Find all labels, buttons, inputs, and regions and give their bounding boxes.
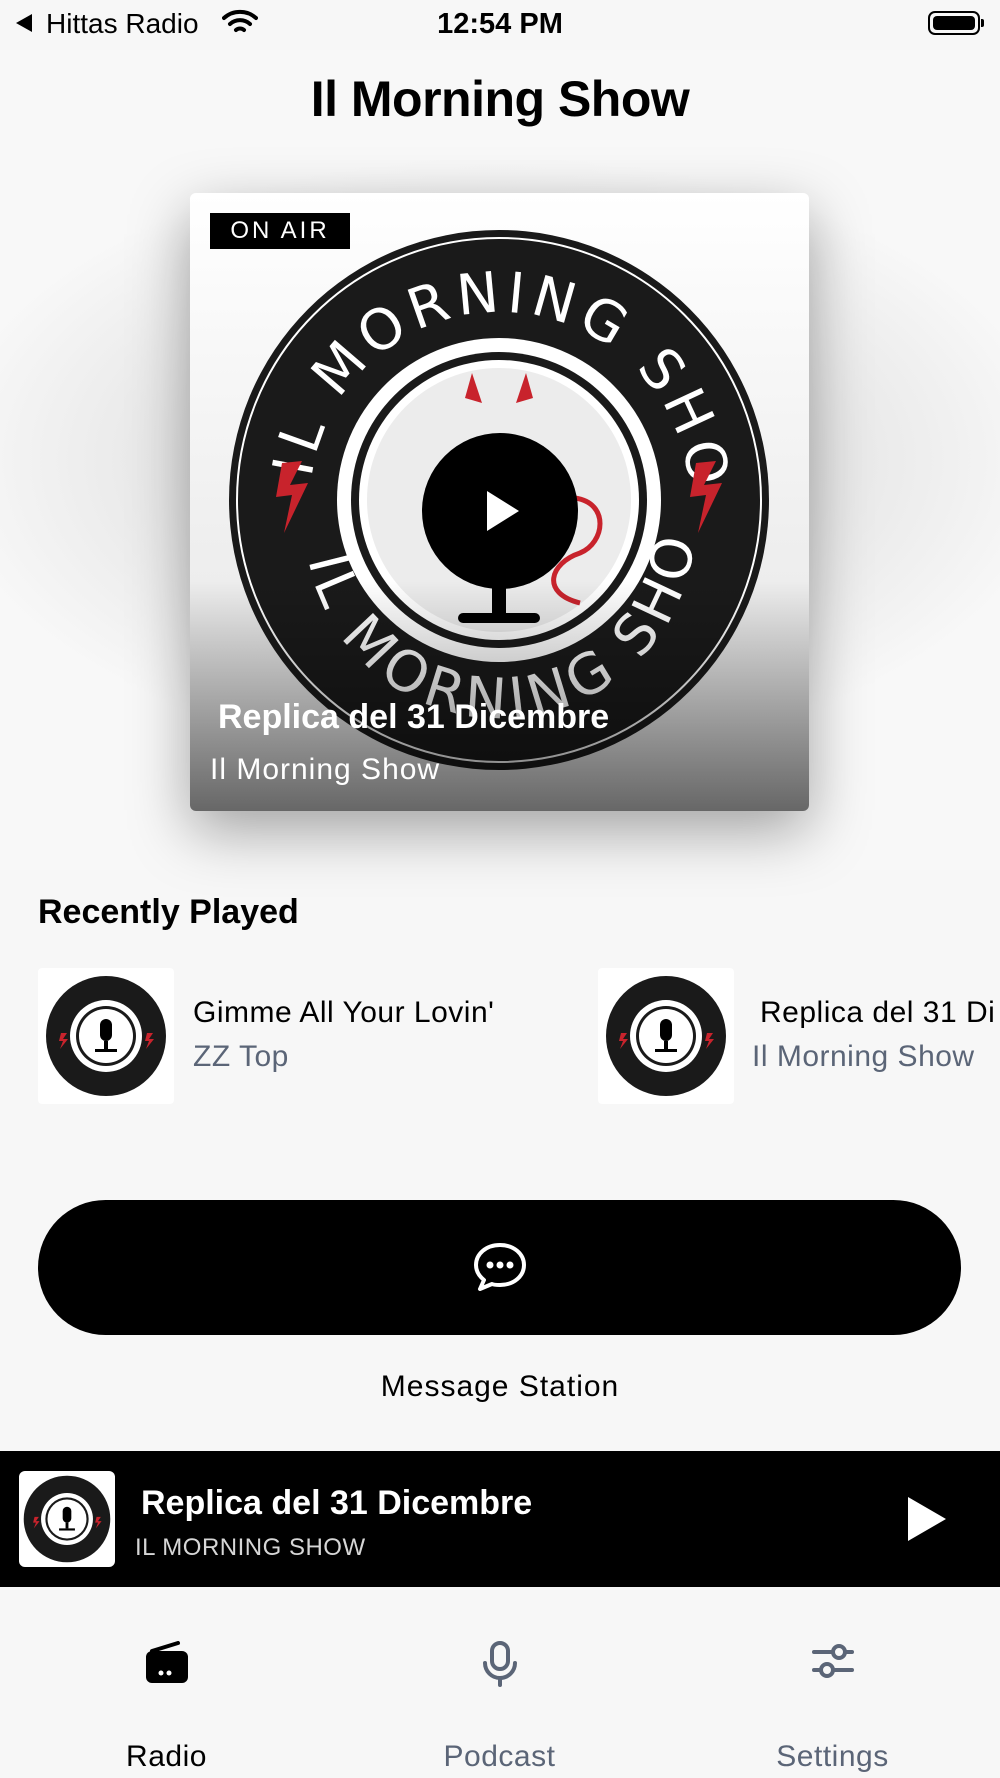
status-bar: Hittas Radio 12:54 PM <box>0 0 1000 50</box>
recent-thumb <box>598 968 734 1104</box>
mini-player[interactable]: Replica del 31 Dicembre IL MORNING SHOW <box>0 1451 1000 1587</box>
page-title: Il Morning Show <box>310 71 690 127</box>
play-icon[interactable] <box>422 433 578 589</box>
chat-bubble-icon <box>474 1243 526 1291</box>
recently-played-heading: Recently Played <box>38 893 299 931</box>
card-title: Replica del 31 Dicembre <box>218 698 610 736</box>
il-morning-show-logo <box>606 976 726 1096</box>
radio-icon <box>145 1641 188 1683</box>
battery-icon <box>928 11 984 35</box>
status-time: 12:54 PM <box>437 8 563 40</box>
tab-bar: Radio Podcast Settings <box>0 1587 1000 1778</box>
card-subtitle: Il Morning Show <box>210 753 441 786</box>
message-station-label[interactable]: Message Station <box>0 1370 1000 1404</box>
on-air-badge: ON AIR <box>210 213 350 249</box>
tab-label: Settings <box>776 1740 889 1773</box>
sliders-icon <box>811 1644 854 1678</box>
recent-artist: ZZ Top <box>193 1040 289 1073</box>
recent-title: Replica del 31 Di <box>760 996 996 1029</box>
now-playing-card[interactable]: IL MORNING SHOW IL MORNING SHOW ON AIR R… <box>190 193 809 811</box>
tab-label: Radio <box>126 1740 207 1773</box>
mini-player-subtitle: IL MORNING SHOW <box>135 1534 366 1561</box>
mini-player-title: Replica del 31 Dicembre <box>141 1484 533 1522</box>
tab-label: Podcast <box>443 1740 556 1773</box>
recent-artist: Il Morning Show <box>752 1040 975 1073</box>
message-station-button[interactable] <box>38 1200 961 1335</box>
il-morning-show-logo <box>23 1475 111 1563</box>
recent-title: Gimme All Your Lovin' <box>193 996 495 1029</box>
mini-player-thumb <box>19 1471 115 1567</box>
il-morning-show-logo <box>46 976 166 1096</box>
microphone-icon <box>482 1641 517 1687</box>
recent-thumb <box>38 968 174 1104</box>
tab-podcast[interactable]: Podcast <box>333 1587 666 1778</box>
mini-player-play-icon[interactable] <box>908 1497 946 1541</box>
tab-radio[interactable]: Radio <box>0 1587 333 1778</box>
tab-settings[interactable]: Settings <box>666 1587 999 1778</box>
